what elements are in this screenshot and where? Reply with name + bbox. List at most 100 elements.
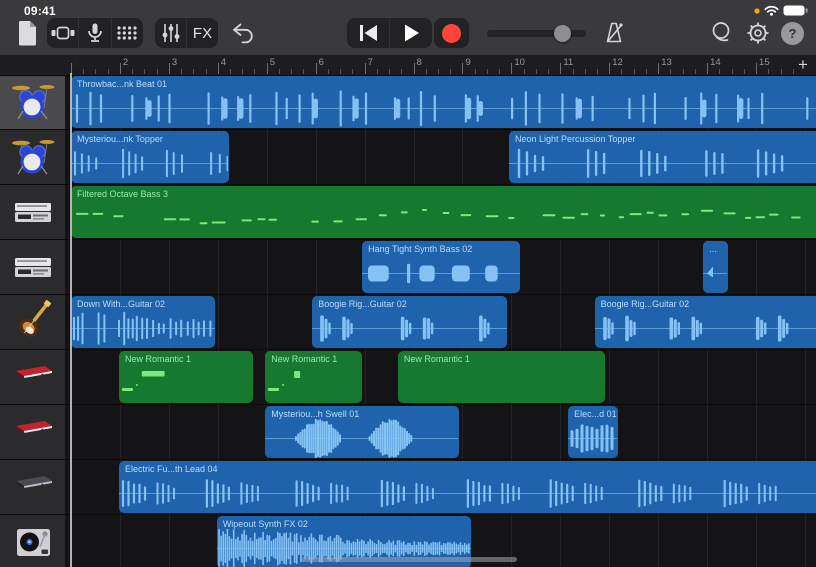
master-volume-slider[interactable]: [487, 24, 586, 42]
track-header-4-classic-synth[interactable]: [0, 240, 65, 295]
ruler-tick: [242, 69, 243, 74]
loops-grid-button[interactable]: [111, 18, 143, 48]
track-header-7-stage-keyboard-red[interactable]: [0, 405, 65, 460]
sliders-icon: [158, 20, 184, 46]
play-button[interactable]: [389, 18, 432, 48]
audio-region[interactable]: Mysteriou...nk Topper: [71, 131, 229, 183]
ruler-tick: [646, 69, 647, 74]
classic-synth-icon: [10, 190, 56, 234]
ruler-tick: [340, 69, 341, 74]
audio-region[interactable]: Hang Tight Synth Bass 02: [362, 241, 520, 293]
ruler-tick: [365, 63, 366, 74]
midi-region[interactable]: New Romantic 1: [265, 351, 362, 403]
ruler-bar-number: 8: [417, 57, 422, 68]
track-header-5-electric-guitar[interactable]: [0, 295, 65, 350]
stage-keyboard-dark-icon: [10, 465, 56, 509]
region-label: Elec...d 01: [574, 409, 617, 419]
ruler-tick: [377, 69, 378, 74]
stage-keyboard-red-icon: [10, 355, 56, 399]
ruler-bar-number: 1: [74, 57, 79, 68]
volume-slider-knob[interactable]: [554, 25, 571, 42]
wifi-icon: [764, 5, 779, 16]
fx-button[interactable]: FX: [186, 18, 218, 48]
gear-icon: [745, 20, 771, 46]
tracks-view-button[interactable]: [47, 18, 78, 48]
horizontal-scrollbar[interactable]: [300, 557, 517, 562]
ruler-tick: [634, 69, 635, 74]
audio-region[interactable]: Neon Light Percussion Topper: [509, 131, 816, 183]
track-row-divider: [65, 514, 816, 516]
ruler-tick: [181, 69, 182, 74]
region-label: Neon Light Percussion Topper: [515, 134, 635, 144]
undo-icon: [230, 21, 256, 45]
region-label: ...: [709, 244, 717, 254]
transport-group: [347, 18, 432, 48]
ruler-tick: [303, 69, 304, 74]
microphone-button[interactable]: [78, 18, 110, 48]
document-icon: [16, 20, 38, 46]
region-label: Throwbac...nk Beat 01: [77, 79, 167, 89]
audio-region[interactable]: Boogie Rig...Guitar 02: [312, 296, 507, 348]
audio-region[interactable]: Boogie Rig...Guitar 02: [595, 296, 816, 348]
midi-notes: [265, 351, 361, 403]
garageband-app: 09:41: [0, 0, 816, 567]
metronome-icon: [601, 20, 627, 46]
track-controls-button[interactable]: [155, 18, 186, 48]
playhead-line[interactable]: [70, 73, 72, 567]
ruler-tick: [499, 69, 500, 74]
midi-region[interactable]: New Romantic 1: [398, 351, 605, 403]
timeline-ruler[interactable]: 123456789101112131415: [0, 55, 816, 76]
add-bars-button[interactable]: +: [794, 56, 812, 74]
ruler-tick: [707, 63, 708, 74]
ruler-tick: [267, 63, 268, 74]
ruler-tick: [328, 69, 329, 74]
audio-region[interactable]: Electric Fu...th Lead 04: [119, 461, 816, 513]
ruler-tick: [157, 69, 158, 74]
track-row-divider: [65, 404, 816, 406]
track-header-6-stage-keyboard-red[interactable]: [0, 350, 65, 405]
undo-button[interactable]: [228, 18, 258, 48]
settings-button[interactable]: [744, 18, 772, 48]
ruler-tick: [95, 69, 96, 74]
documents-button[interactable]: [13, 18, 41, 48]
record-dot-icon: [442, 24, 461, 43]
region-label: Mysteriou...nk Topper: [77, 134, 163, 144]
track-row-divider: [65, 349, 816, 351]
track-header-2-drum-kit[interactable]: [0, 130, 65, 185]
waveform: [119, 474, 816, 513]
track-header-3-classic-synth[interactable]: [0, 185, 65, 240]
help-button[interactable]: ?: [781, 22, 804, 45]
ruler-tick: [193, 69, 194, 74]
waveform: [703, 254, 727, 293]
ruler-tick: [732, 69, 733, 74]
ruler-tick: [316, 63, 317, 74]
audio-region[interactable]: Down With...Guitar 02: [71, 296, 215, 348]
ruler-tick: [108, 69, 109, 74]
ruler-bar-number: 13: [661, 57, 672, 68]
ruler-tick: [279, 69, 280, 74]
rewind-button[interactable]: [347, 18, 389, 48]
track-header-9-turntable[interactable]: [0, 515, 65, 567]
track-header-1-drum-kit[interactable]: [0, 75, 65, 130]
audio-region[interactable]: Elec...d 01: [568, 406, 617, 458]
ruler-tick: [597, 69, 598, 74]
midi-region[interactable]: New Romantic 1: [119, 351, 253, 403]
record-button[interactable]: [434, 18, 469, 48]
audio-region[interactable]: Throwbac...nk Beat 01: [71, 76, 816, 128]
drum-kit-icon: [10, 80, 56, 124]
waveform: [362, 254, 520, 293]
loop-browser-button[interactable]: [707, 18, 735, 48]
track-header-8-stage-keyboard-dark[interactable]: [0, 460, 65, 515]
ruler-tick: [536, 69, 537, 74]
top-toolbar: 09:41: [0, 0, 816, 55]
audio-region[interactable]: Mysteriou...h Swell 01: [265, 406, 459, 458]
midi-region[interactable]: Filtered Octave Bass 3: [71, 186, 816, 238]
waveform: [71, 89, 816, 128]
audio-region[interactable]: ...: [703, 241, 727, 293]
metronome-button[interactable]: [600, 18, 628, 48]
ruler-tick: [169, 63, 170, 74]
ruler-tick: [206, 69, 207, 74]
ruler-tick: [719, 69, 720, 74]
midi-notes: [71, 186, 816, 238]
ruler-tick: [781, 69, 782, 74]
